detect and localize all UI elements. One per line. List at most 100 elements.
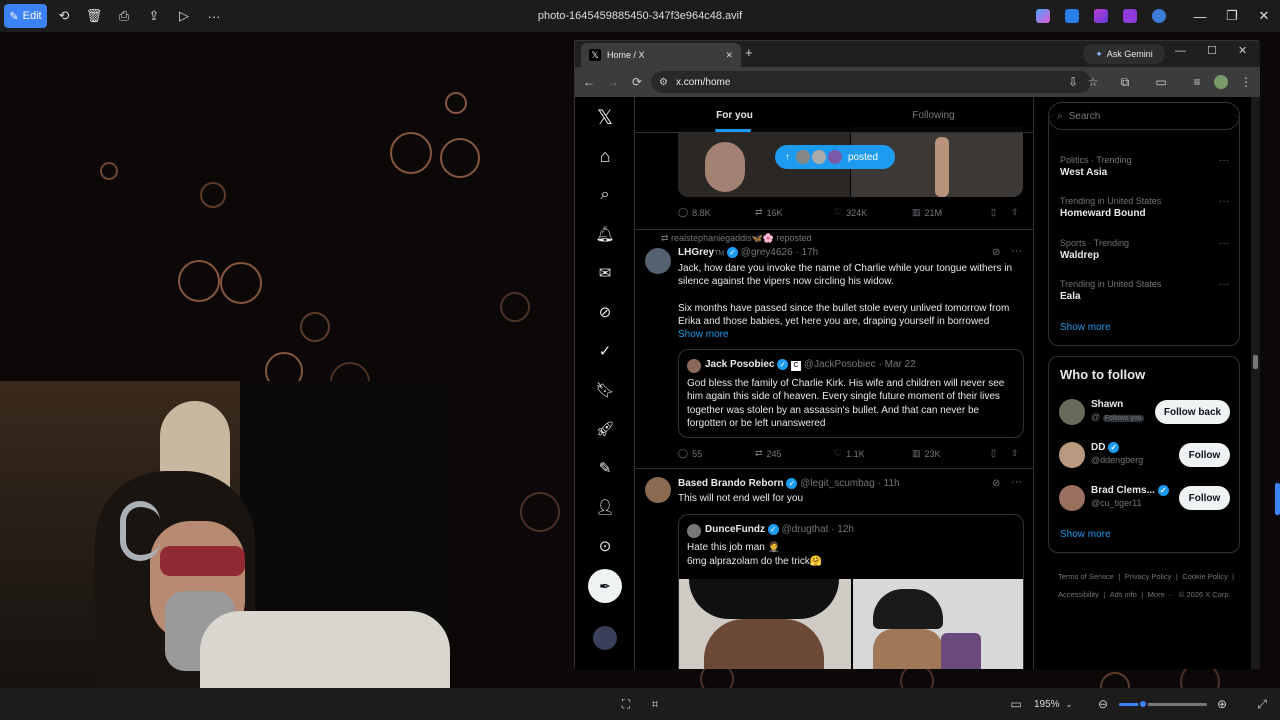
print-icon[interactable]: ⎙: [109, 4, 139, 28]
trend-item[interactable]: Politics · Trending West Asia: [1060, 155, 1132, 178]
zoom-out-icon[interactable]: ⊖: [1089, 688, 1117, 720]
profile-icon[interactable]: 👤︎: [591, 493, 619, 521]
edit-button[interactable]: ✎ Edit: [4, 4, 47, 28]
scrollbar-thumb[interactable]: [1253, 355, 1258, 369]
tab-home-x[interactable]: 𝕏 Home / X ✕: [581, 43, 741, 67]
trend-more-icon[interactable]: ···: [1219, 238, 1229, 249]
bookmark-icon[interactable]: ▯: [991, 207, 996, 218]
text-select-icon[interactable]: ⌗: [641, 688, 669, 720]
share-post-icon[interactable]: ⇧: [1011, 207, 1019, 218]
designer-icon[interactable]: [1065, 9, 1079, 23]
repost-context[interactable]: ⇄ realstephaniegaddis🦋🌸 reposted: [661, 233, 812, 244]
quoted-post[interactable]: Jack Posobiec ✓ C @JackPosobiec · Mar 22…: [678, 349, 1024, 438]
share-icon[interactable]: ⇪: [139, 4, 169, 28]
more-icon[interactable]: ···: [199, 4, 229, 28]
suggestion-user[interactable]: Brad Clems... ✓ @cu_tiger11: [1091, 485, 1169, 508]
communities-icon[interactable]: ✓: [591, 337, 619, 365]
premium-rocket-icon[interactable]: 🚀︎: [591, 415, 619, 443]
browser-menu-icon[interactable]: ⋮: [1234, 67, 1258, 97]
grok-post-icon[interactable]: ⊘: [992, 247, 1000, 258]
share-post-icon[interactable]: ⇧: [1011, 448, 1019, 459]
footer-link[interactable]: Terms of Service: [1058, 572, 1114, 581]
post-more-icon[interactable]: ···: [1011, 245, 1022, 257]
quote-media[interactable]: [853, 579, 1023, 669]
profile-avatar[interactable]: [1214, 75, 1228, 89]
browser-minimize-icon[interactable]: —: [1175, 45, 1186, 57]
url-field[interactable]: ⚙ x.com/home: [651, 71, 1091, 93]
zoom-slider[interactable]: [1119, 699, 1207, 709]
onedrive-icon[interactable]: [1152, 9, 1166, 23]
grok-post-icon[interactable]: ⊘: [992, 478, 1000, 489]
compose-post-button[interactable]: ✒: [588, 569, 622, 603]
fit-icon[interactable]: ⛶: [612, 688, 640, 720]
close-icon[interactable]: ✕: [1248, 0, 1280, 32]
trend-more-icon[interactable]: ···: [1219, 196, 1229, 207]
author-handle[interactable]: @legit_scumbag · 11h: [800, 478, 899, 489]
views-button[interactable]: ▥ 23K: [912, 448, 941, 459]
zoom-slider-thumb[interactable]: [1138, 699, 1148, 709]
home-icon[interactable]: ⌂: [591, 142, 619, 170]
fullscreen-icon[interactable]: ⤢: [1248, 688, 1276, 720]
repost-button[interactable]: ⇄ 16K: [755, 207, 783, 218]
new-tab-icon[interactable]: +: [745, 45, 753, 60]
tab-for-you[interactable]: For you: [635, 97, 834, 133]
avatar[interactable]: [1059, 399, 1085, 425]
reply-button[interactable]: ◯ 55: [678, 448, 702, 459]
author-name[interactable]: LHGrey: [678, 247, 714, 258]
author-handle[interactable]: @grey4626: [741, 247, 793, 258]
trend-item[interactable]: Trending in United States Eala: [1060, 279, 1161, 302]
tab-close-icon[interactable]: ✕: [725, 50, 733, 61]
avatar[interactable]: [1059, 442, 1085, 468]
notifications-icon[interactable]: 🔔︎: [591, 220, 619, 248]
bookmark-star-icon[interactable]: ☆: [1081, 67, 1105, 97]
bookmarks-icon[interactable]: 🔖︎: [591, 376, 619, 404]
explore-search-icon[interactable]: ⌕: [591, 181, 619, 209]
trend-item[interactable]: Sports · Trending Waldrep: [1060, 238, 1129, 261]
footer-link[interactable]: Cookie Policy: [1182, 572, 1227, 581]
bookmark-icon[interactable]: ▯: [991, 448, 996, 459]
ask-gemini-button[interactable]: ✦ Ask Gemini: [1083, 44, 1165, 64]
browser-close-icon[interactable]: ✕: [1238, 44, 1247, 57]
copilot-icon[interactable]: [1036, 9, 1050, 23]
rotate-icon[interactable]: ⟲: [49, 4, 79, 28]
grok-icon[interactable]: ⊘: [591, 298, 619, 326]
zoom-in-icon[interactable]: ⊕: [1208, 688, 1236, 720]
trend-more-icon[interactable]: ···: [1219, 155, 1229, 166]
extensions-icon[interactable]: ⧉: [1113, 67, 1137, 97]
author-name[interactable]: Based Brando Reborn: [678, 478, 784, 489]
app-icon[interactable]: [1123, 9, 1137, 23]
delete-icon[interactable]: 🗑: [79, 4, 109, 28]
show-more-link[interactable]: Show more: [678, 329, 729, 340]
trend-item[interactable]: Trending in United States Homeward Bound: [1060, 196, 1161, 219]
account-avatar[interactable]: [593, 626, 617, 650]
views-button[interactable]: ▥ 21M: [912, 207, 942, 218]
post-time[interactable]: · 17h: [795, 247, 818, 258]
follow-button[interactable]: Follow: [1179, 443, 1230, 467]
new-posts-pill[interactable]: ↑ posted: [775, 145, 895, 169]
footer-link[interactable]: More ···: [1148, 590, 1175, 599]
quoted-post[interactable]: DunceFundz ✓ @drugthat · 12h Hate this j…: [678, 514, 1024, 669]
footer-link[interactable]: Accessibility: [1058, 590, 1099, 599]
messages-icon[interactable]: ✉: [591, 259, 619, 287]
trending-show-more[interactable]: Show more: [1060, 322, 1111, 333]
reply-button[interactable]: ◯ 8.8K: [678, 207, 711, 218]
post-more-icon[interactable]: ···: [1011, 476, 1022, 488]
avatar[interactable]: [645, 477, 671, 503]
footer-link[interactable]: Ads info: [1110, 590, 1137, 599]
aspect-icon[interactable]: ▭: [1002, 688, 1030, 720]
scrollbar[interactable]: [1251, 97, 1260, 669]
split-view-icon[interactable]: ▭: [1149, 67, 1173, 97]
forward-icon[interactable]: →: [601, 67, 625, 97]
suggestion-user[interactable]: Shawn @ Follows you: [1091, 399, 1144, 422]
follow-button[interactable]: Follow: [1179, 486, 1230, 510]
maximize-icon[interactable]: ❐: [1216, 0, 1248, 32]
avatar[interactable]: [645, 248, 671, 274]
tab-following[interactable]: Following: [834, 97, 1033, 133]
slideshow-icon[interactable]: ▷: [169, 4, 199, 28]
trend-more-icon[interactable]: ···: [1219, 279, 1229, 290]
clipchamp-icon[interactable]: [1094, 9, 1108, 23]
back-icon[interactable]: ←: [577, 67, 601, 97]
browser-maximize-icon[interactable]: ☐: [1207, 44, 1217, 57]
avatar[interactable]: [1059, 485, 1085, 511]
minimize-icon[interactable]: —: [1184, 0, 1216, 32]
